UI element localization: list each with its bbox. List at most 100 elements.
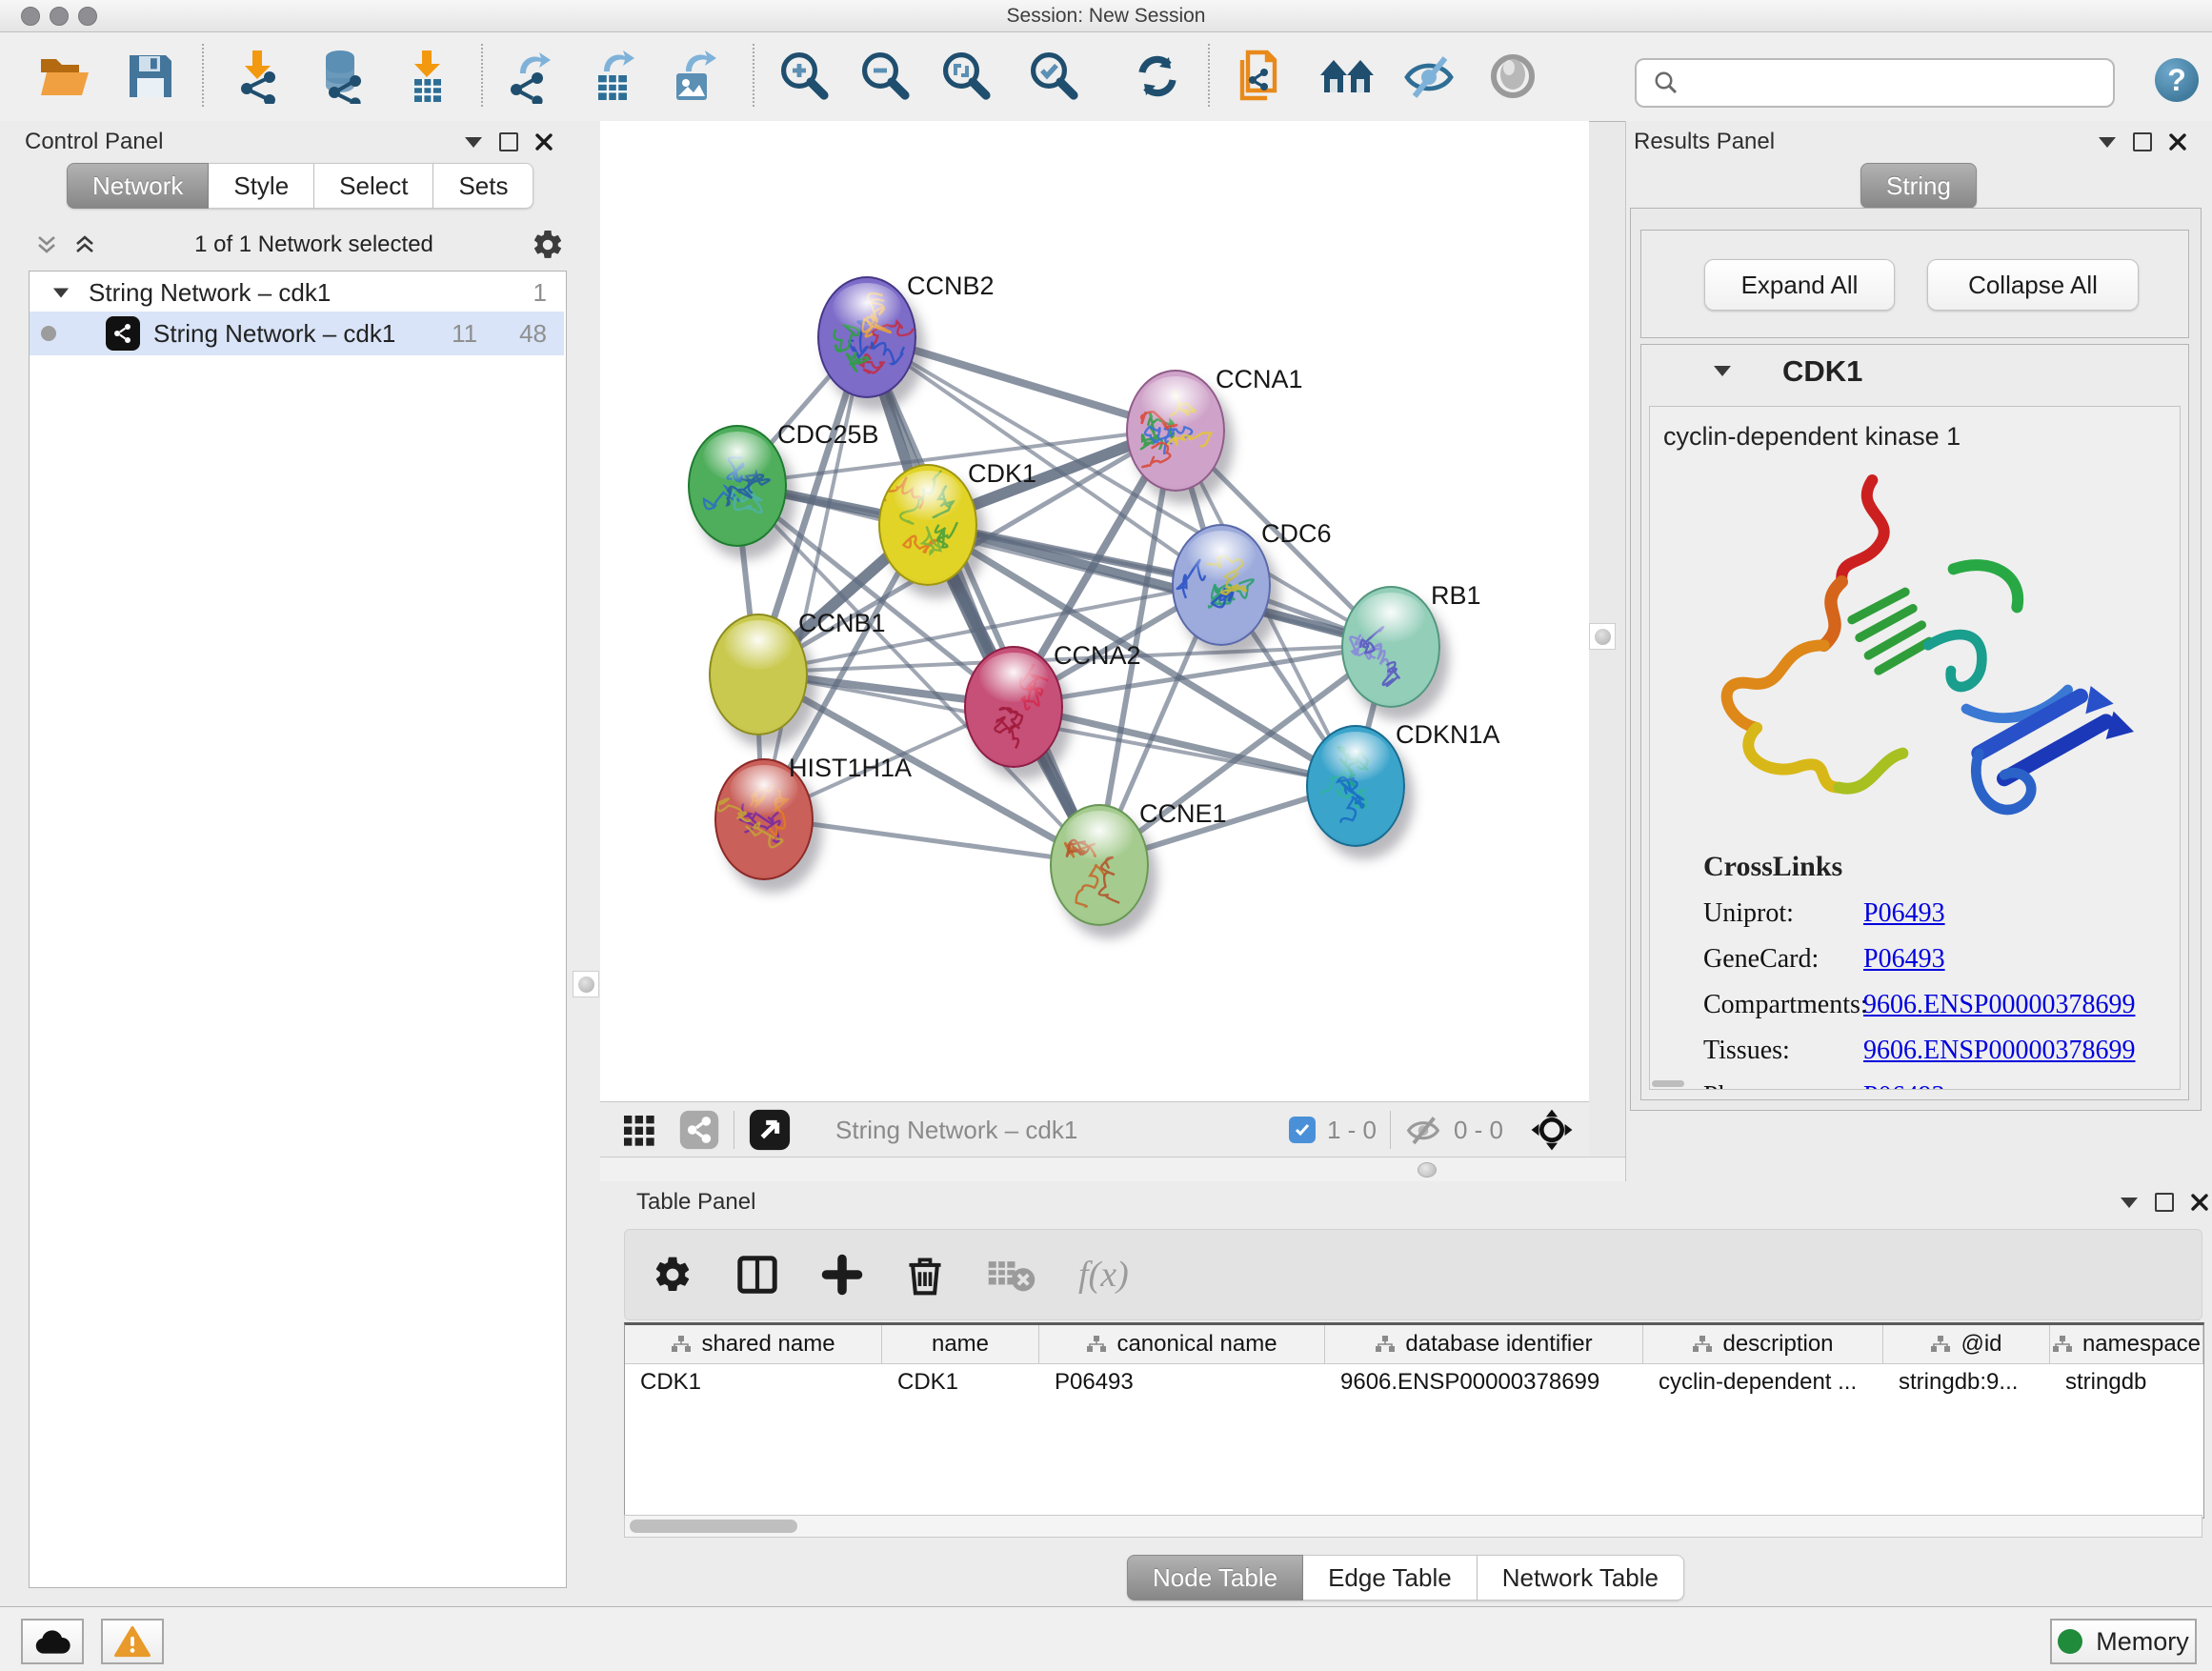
- protein-expander-icon[interactable]: [1714, 366, 1731, 376]
- column-header-canonicalname[interactable]: canonical name: [1039, 1325, 1325, 1363]
- table-row[interactable]: CDK1CDK1P064939606.ENSP00000378699cyclin…: [625, 1364, 2203, 1400]
- birdseye-view-icon[interactable]: [748, 1108, 792, 1152]
- table-gear-icon[interactable]: [652, 1254, 694, 1296]
- network-node-ccna1[interactable]: [1126, 370, 1225, 492]
- table-hscrollbar[interactable]: [624, 1515, 2202, 1538]
- zoom-fit-button[interactable]: [935, 46, 995, 107]
- panel-close-icon[interactable]: [535, 133, 553, 151]
- network-node-cdc6[interactable]: [1172, 524, 1271, 646]
- export-network-button[interactable]: [498, 46, 559, 107]
- clone-network-button[interactable]: [1231, 46, 1292, 107]
- tab-select[interactable]: Select: [314, 163, 433, 209]
- panel-close-icon[interactable]: [2191, 1194, 2208, 1211]
- cell-namespace[interactable]: stringdb: [2050, 1364, 2203, 1400]
- network-node-ccnb1[interactable]: [709, 614, 808, 735]
- network-view-icon[interactable]: [678, 1109, 720, 1151]
- column-header-id[interactable]: @id: [1883, 1325, 2050, 1363]
- column-header-description[interactable]: description: [1643, 1325, 1883, 1363]
- column-header-name[interactable]: name: [882, 1325, 1039, 1363]
- right-splitter-handle[interactable]: [1589, 623, 1616, 650]
- function-builder-icon[interactable]: f(x): [1078, 1254, 1129, 1296]
- split-columns-icon[interactable]: [735, 1253, 779, 1297]
- home-view-button[interactable]: [1317, 46, 1377, 107]
- cell-databaseidentifier[interactable]: 9606.ENSP00000378699: [1325, 1364, 1643, 1400]
- tab-node-table[interactable]: Node Table: [1127, 1555, 1303, 1601]
- expand-all-button[interactable]: Expand All: [1704, 259, 1895, 311]
- panel-close-icon[interactable]: [2169, 133, 2186, 151]
- export-image-button[interactable]: [662, 46, 723, 107]
- network-node-ccnb2[interactable]: [817, 276, 916, 398]
- column-type-icon: [1086, 1334, 1107, 1355]
- column-header-sharedname[interactable]: shared name: [625, 1325, 882, 1363]
- cell-id[interactable]: stringdb:9...: [1883, 1364, 2050, 1400]
- collapse-all-icon[interactable]: [34, 232, 59, 257]
- left-splitter-handle[interactable]: [573, 971, 599, 997]
- cell-sharedname[interactable]: CDK1: [625, 1364, 882, 1400]
- zoom-out-button[interactable]: [854, 46, 915, 107]
- help-button[interactable]: ?: [2155, 58, 2199, 102]
- grid-view-icon[interactable]: [619, 1111, 657, 1149]
- import-network-file-button[interactable]: [227, 46, 288, 107]
- import-table-button[interactable]: [396, 46, 457, 107]
- tab-sets[interactable]: Sets: [433, 163, 533, 209]
- level-of-detail-button[interactable]: [1482, 46, 1543, 107]
- panel-float-icon[interactable]: [499, 132, 518, 151]
- refresh-layout-button[interactable]: [1127, 46, 1188, 107]
- network-collection-row[interactable]: String Network – cdk1 1: [30, 275, 564, 310]
- network-node-ccne1[interactable]: [1050, 804, 1149, 926]
- crosslink-link[interactable]: P06493: [1863, 1081, 1945, 1090]
- crosslink-link[interactable]: 9606.ENSP00000378699: [1863, 1036, 2135, 1066]
- gear-icon[interactable]: [531, 228, 565, 262]
- tree-expander-icon[interactable]: [53, 288, 69, 297]
- tab-string[interactable]: String: [1860, 163, 1977, 209]
- network-row-selected[interactable]: String Network – cdk1 11 48: [30, 312, 564, 355]
- selected-checkbox[interactable]: [1289, 1117, 1316, 1143]
- node-label: CDC25B: [777, 420, 879, 450]
- splitter-knob[interactable]: [1418, 1162, 1437, 1178]
- tab-network[interactable]: Network: [67, 163, 209, 209]
- cell-canonicalname[interactable]: P06493: [1039, 1364, 1325, 1400]
- panel-menu-icon[interactable]: [2099, 137, 2116, 148]
- table-hscrollbar-thumb[interactable]: [630, 1520, 797, 1533]
- column-header-databaseidentifier[interactable]: database identifier: [1325, 1325, 1643, 1363]
- crosslink-link[interactable]: P06493: [1863, 944, 1945, 975]
- cell-description[interactable]: cyclin-dependent ...: [1643, 1364, 1883, 1400]
- results-panel-title: Results Panel: [1634, 129, 1775, 155]
- network-node-ccna2[interactable]: [964, 646, 1063, 768]
- save-session-button[interactable]: [120, 46, 181, 107]
- search-input[interactable]: [1690, 63, 2113, 103]
- network-edge[interactable]: [1012, 705, 1354, 784]
- network-node-cdc25b[interactable]: [688, 425, 787, 547]
- open-session-button[interactable]: [34, 46, 95, 107]
- crosslink-link[interactable]: 9606.ENSP00000378699: [1863, 990, 2135, 1020]
- cloud-status-button[interactable]: [21, 1619, 84, 1664]
- zoom-in-button[interactable]: [773, 46, 834, 107]
- network-node-cdkn1a[interactable]: [1306, 725, 1405, 847]
- add-column-icon[interactable]: [821, 1254, 863, 1296]
- delete-column-icon[interactable]: [905, 1253, 945, 1297]
- expand-all-icon[interactable]: [72, 232, 97, 257]
- panel-float-icon[interactable]: [2155, 1193, 2174, 1212]
- panel-scrollbar-thumb[interactable]: [1652, 1080, 1684, 1087]
- column-header-namespace[interactable]: namespace: [2050, 1325, 2203, 1363]
- import-network-database-button[interactable]: [311, 46, 372, 107]
- export-table-button[interactable]: [582, 46, 643, 107]
- panel-menu-icon[interactable]: [465, 137, 482, 148]
- delete-table-icon[interactable]: [987, 1256, 1036, 1294]
- memory-button[interactable]: Memory: [2050, 1619, 2197, 1664]
- crosslink-link[interactable]: P06493: [1863, 898, 1945, 929]
- network-node-cdk1[interactable]: [878, 464, 977, 586]
- tab-edge-table[interactable]: Edge Table: [1303, 1555, 1478, 1601]
- collapse-all-button[interactable]: Collapse All: [1927, 259, 2139, 311]
- hide-show-graphics-button[interactable]: [1398, 46, 1459, 107]
- panel-menu-icon[interactable]: [2121, 1198, 2138, 1208]
- tab-network-table[interactable]: Network Table: [1478, 1555, 1684, 1601]
- network-node-rb1[interactable]: [1341, 586, 1440, 708]
- zoom-selected-button[interactable]: [1022, 46, 1083, 107]
- panel-float-icon[interactable]: [2133, 132, 2152, 151]
- tab-style[interactable]: Style: [209, 163, 314, 209]
- warnings-button[interactable]: [101, 1619, 164, 1664]
- cell-name[interactable]: CDK1: [882, 1364, 1039, 1400]
- network-canvas[interactable]: CCNB2CCNA1CDC25BCDK1CDC6RB1CCNB1CCNA2CDK…: [600, 121, 1589, 1101]
- fit-content-icon[interactable]: [1528, 1106, 1576, 1154]
